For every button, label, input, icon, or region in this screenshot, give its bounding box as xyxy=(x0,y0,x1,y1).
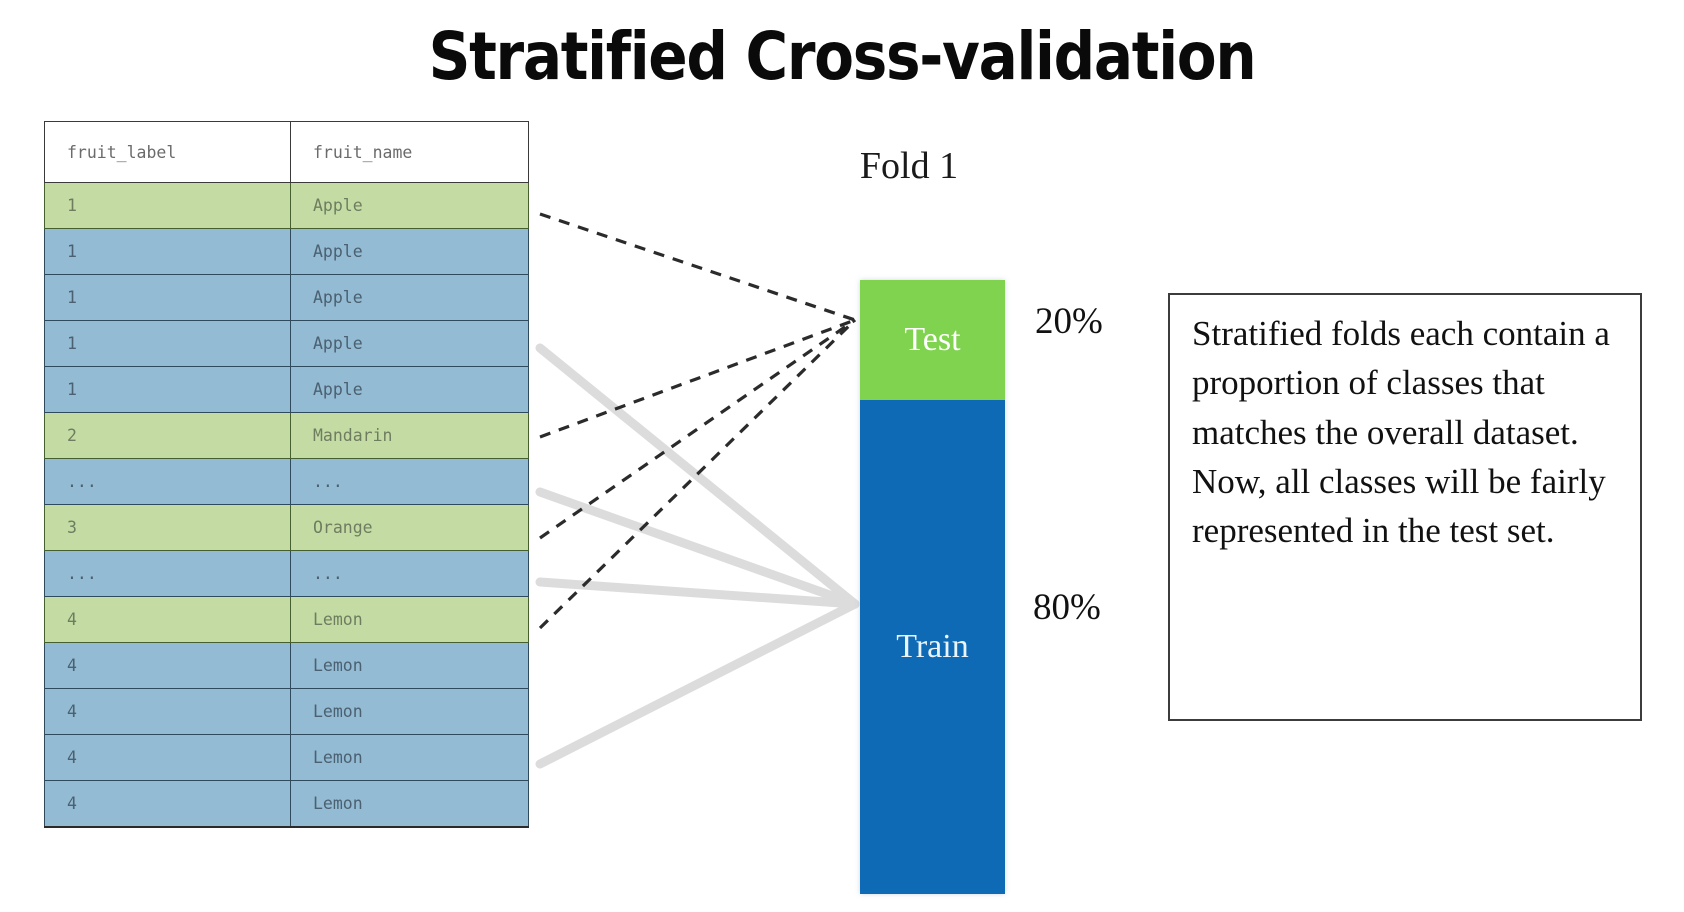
cell-fruit-name: Lemon xyxy=(290,734,529,781)
cell-fruit-name: Lemon xyxy=(290,596,529,643)
table-row: 4 Lemon xyxy=(44,688,529,735)
cell-fruit-name: Orange xyxy=(290,504,529,551)
train-segment: Train xyxy=(860,400,1005,894)
cell-fruit-name: Apple xyxy=(290,182,529,229)
table-row: 4 Lemon xyxy=(44,642,529,689)
table-row: 1 Apple xyxy=(44,182,529,229)
cell-fruit-name: Apple xyxy=(290,274,529,321)
table-body: 1 Apple 1 Apple 1 Apple 1 Apple 1 Apple 2 Mandarin.… xyxy=(44,182,529,828)
cell-fruit-label: 1 xyxy=(44,320,291,367)
cell-fruit-label: 4 xyxy=(44,688,291,735)
cell-fruit-label: 2 xyxy=(44,412,291,459)
train-connector-group xyxy=(535,343,860,769)
cell-fruit-label: 1 xyxy=(44,182,291,229)
table-row: ...... xyxy=(44,458,529,505)
fold-label: Fold 1 xyxy=(859,145,959,187)
table-row: 1 Apple xyxy=(44,274,529,321)
column-header-fruit-name: fruit_name xyxy=(290,121,529,183)
cell-fruit-label: 4 xyxy=(44,734,291,781)
table-row: 1 Apple xyxy=(44,320,529,367)
table-row: 4 Lemon xyxy=(44,734,529,781)
test-segment: Test xyxy=(860,280,1005,400)
table-row: 1 Apple xyxy=(44,228,529,275)
cell-fruit-name: ... xyxy=(290,550,529,597)
table-header-row: fruit_label fruit_name xyxy=(44,121,529,183)
table-row: 4 Lemon xyxy=(44,780,529,828)
cell-fruit-label: 4 xyxy=(44,780,291,828)
train-percent-label: 80% xyxy=(1033,587,1101,628)
column-header-fruit-label: fruit_label xyxy=(44,121,291,183)
table-row: ...... xyxy=(44,550,529,597)
cell-fruit-name: Lemon xyxy=(290,642,529,689)
cell-fruit-label: 1 xyxy=(44,228,291,275)
train-test-split-bar: Test Train xyxy=(860,280,1005,894)
dataset-table: fruit_label fruit_name 1 Apple 1 Apple 1 Appl… xyxy=(44,121,529,828)
cell-fruit-label: ... xyxy=(44,458,291,505)
test-connector-group xyxy=(538,212,857,630)
cell-fruit-label: 4 xyxy=(44,596,291,643)
test-percent-label: 20% xyxy=(1035,301,1103,342)
explanation-callout: Stratified folds each contain a proporti… xyxy=(1168,293,1642,721)
cell-fruit-name: Mandarin xyxy=(290,412,529,459)
train-segment-label: Train xyxy=(896,628,969,665)
cell-fruit-label: 3 xyxy=(44,504,291,551)
cell-fruit-name: Lemon xyxy=(290,780,529,828)
table-row: 2 Mandarin xyxy=(44,412,529,459)
cell-fruit-label: ... xyxy=(44,550,291,597)
page-title: Stratified Cross-validation xyxy=(428,18,1257,95)
fruit-dataset-table: fruit_label fruit_name 1 Apple 1 Apple 1 Appl… xyxy=(34,121,538,831)
cell-fruit-name: ... xyxy=(290,458,529,505)
slide-canvas: Stratified Cross-validation fruit_label xyxy=(0,0,1684,912)
table-row: 3 Orange xyxy=(44,504,529,551)
cell-fruit-name: Lemon xyxy=(290,688,529,735)
table-header: fruit_label fruit_name xyxy=(44,121,529,183)
cell-fruit-label: 4 xyxy=(44,642,291,689)
cell-fruit-label: 1 xyxy=(44,366,291,413)
cell-fruit-name: Apple xyxy=(290,320,529,367)
test-segment-label: Test xyxy=(904,321,961,358)
cell-fruit-name: Apple xyxy=(290,366,529,413)
table-row: 1 Apple xyxy=(44,366,529,413)
cell-fruit-name: Apple xyxy=(290,228,529,275)
table-row: 4 Lemon xyxy=(44,596,529,643)
cell-fruit-label: 1 xyxy=(44,274,291,321)
